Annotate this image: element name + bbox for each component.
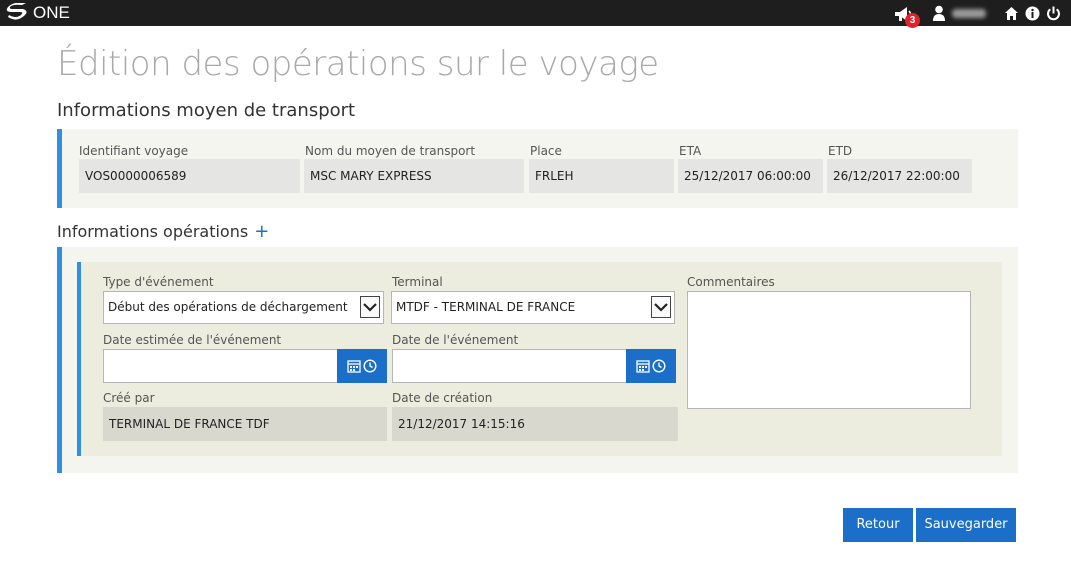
transport-panel: Identifiant voyage VOS0000006589 Nom du …: [57, 129, 1018, 208]
operations-section-title: Informations opérations +: [57, 221, 269, 242]
creation-date-value: 21/12/2017 14:15:16: [392, 407, 678, 441]
user-icon[interactable]: [932, 5, 946, 21]
back-button[interactable]: Retour: [843, 508, 913, 542]
event-type-value: Début des opérations de déchargement: [108, 300, 348, 314]
operations-title-text: Informations opérations: [57, 222, 249, 241]
event-date-picker-button[interactable]: [626, 349, 676, 383]
voyage-id-label: Identifiant voyage: [79, 144, 189, 158]
notification-count-badge: 3: [905, 13, 920, 28]
creation-date-label: Date de création: [392, 391, 493, 405]
home-icon[interactable]: [1004, 6, 1019, 21]
page-title: Édition des opérations sur le voyage: [57, 44, 659, 84]
logo-s-icon: [5, 2, 31, 23]
transport-name-label: Nom du moyen de transport: [305, 144, 476, 158]
event-type-select[interactable]: Début des opérations de déchargement: [103, 291, 384, 324]
etd-label: ETD: [828, 144, 853, 158]
panel-accent-bar: [57, 247, 62, 473]
etd-value: 26/12/2017 22:00:00: [827, 159, 972, 193]
logo-text: ONE: [33, 3, 70, 22]
comments-label: Commentaires: [687, 275, 775, 289]
operations-panel: Type d'événement Début des opérations de…: [57, 247, 1018, 473]
eta-value: 25/12/2017 06:00:00: [678, 159, 823, 193]
created-by-value: TERMINAL DE FRANCE TDF: [103, 407, 387, 441]
created-by-label: Créé par: [103, 391, 155, 405]
place-label: Place: [530, 144, 562, 158]
event-type-label: Type d'événement: [103, 275, 214, 289]
eta-label: ETA: [679, 144, 702, 158]
estimated-date-input[interactable]: [103, 349, 338, 383]
info-icon[interactable]: [1025, 6, 1040, 21]
panel-accent-bar: [57, 129, 62, 208]
terminal-value: MTDF - TERMINAL DE FRANCE: [396, 300, 576, 314]
notifications-button[interactable]: 3: [894, 3, 920, 28]
terminal-label: Terminal: [392, 275, 443, 289]
transport-name-value: MSC MARY EXPRESS: [304, 159, 524, 193]
username-blurred[interactable]: [952, 8, 986, 18]
app-logo[interactable]: ONE: [5, 2, 70, 23]
estimated-date-picker-button[interactable]: [337, 349, 387, 383]
event-date-label: Date de l'événement: [392, 333, 519, 347]
transport-section-title: Informations moyen de transport: [57, 100, 356, 121]
chevron-down-icon[interactable]: [360, 296, 380, 318]
top-bar: ONE 3: [0, 0, 1071, 28]
operation-card-accent: [77, 262, 81, 456]
power-icon[interactable]: [1046, 6, 1061, 21]
add-operation-button[interactable]: +: [254, 221, 269, 242]
chevron-down-icon[interactable]: [651, 296, 671, 318]
operation-card: Type d'événement Début des opérations de…: [77, 262, 1002, 456]
place-value: FRLEH: [529, 159, 674, 193]
voyage-id-value: VOS0000006589: [79, 159, 300, 193]
estimated-date-label: Date estimée de l'événement: [103, 333, 282, 347]
terminal-select[interactable]: MTDF - TERMINAL DE FRANCE: [391, 291, 675, 324]
event-date-input[interactable]: [392, 349, 627, 383]
comments-textarea[interactable]: [687, 291, 971, 409]
save-button[interactable]: Sauvegarder: [916, 508, 1016, 542]
